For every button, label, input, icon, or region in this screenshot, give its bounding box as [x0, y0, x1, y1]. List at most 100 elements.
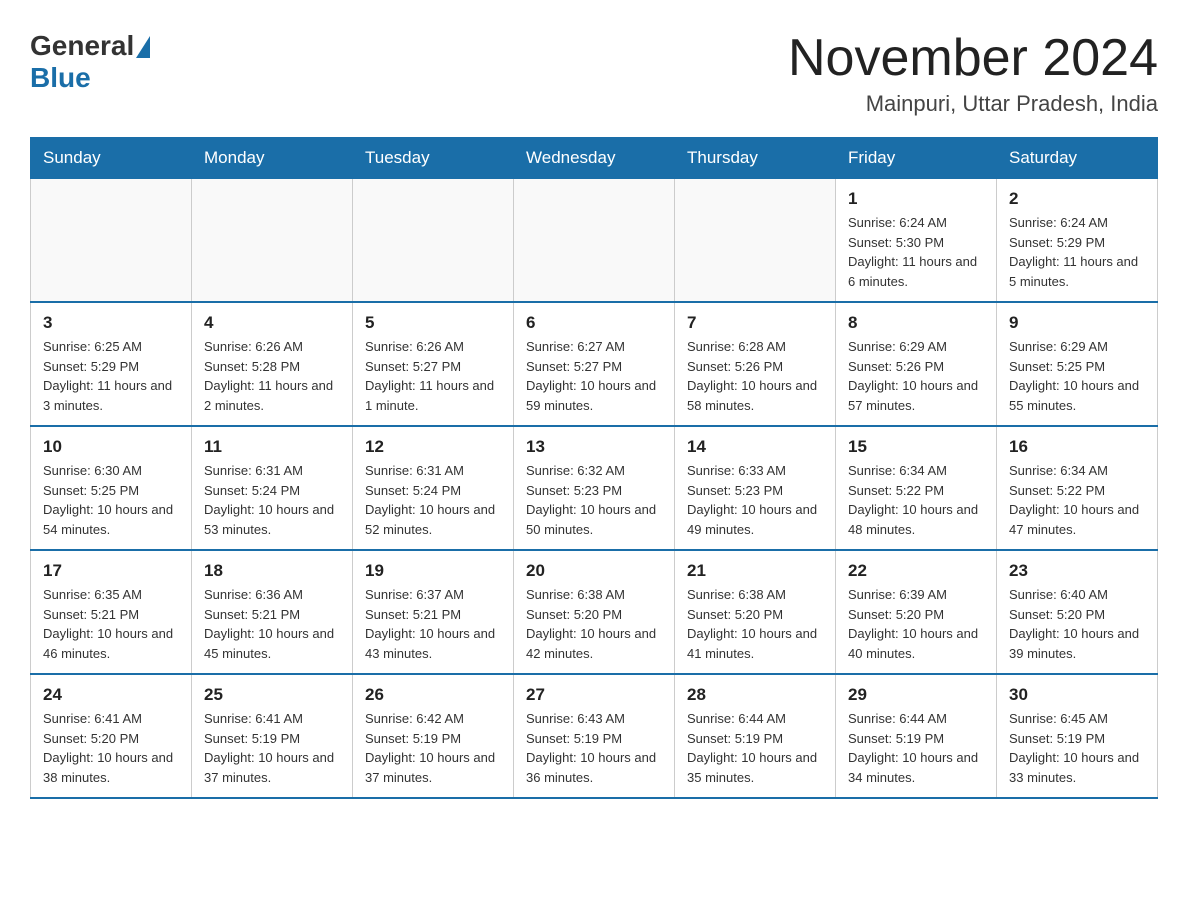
day-number: 21: [687, 561, 823, 581]
day-number: 4: [204, 313, 340, 333]
calendar-cell: 30 Sunrise: 6:45 AMSunset: 5:19 PMDayligh…: [997, 674, 1158, 798]
day-info: Sunrise: 6:40 AMSunset: 5:20 PMDaylight:…: [1009, 585, 1145, 663]
calendar-cell: 8Sunrise: 6:29 AMSunset: 5:26 PMDaylight…: [836, 302, 997, 426]
day-info: Sunrise: 6:34 AMSunset: 5:22 PMDaylight:…: [848, 461, 984, 539]
calendar-cell: 3 Sunrise: 6:25 AMSunset: 5:29 PMDaylight…: [31, 302, 192, 426]
day-info: Sunrise: 6:41 AMSunset: 5:20 PMDaylight:…: [43, 709, 179, 787]
day-number: 1: [848, 189, 984, 209]
calendar-cell: 27Sunrise: 6:43 AMSunset: 5:19 PMDayligh…: [514, 674, 675, 798]
calendar-cell: [675, 179, 836, 303]
calendar-cell: 14Sunrise: 6:33 AMSunset: 5:23 PMDayligh…: [675, 426, 836, 550]
weekday-header-row: SundayMondayTuesdayWednesdayThursdayFrid…: [31, 138, 1158, 179]
day-number: 25: [204, 685, 340, 705]
calendar-week-row: 3 Sunrise: 6:25 AMSunset: 5:29 PMDaylight…: [31, 302, 1158, 426]
calendar-cell: 12 Sunrise: 6:31 AMSunset: 5:24 PMDayligh…: [353, 426, 514, 550]
calendar-cell: 18 Sunrise: 6:36 AMSunset: 5:21 PMDayligh…: [192, 550, 353, 674]
day-info: Sunrise: 6:35 AMSunset: 5:21 PMDaylight:…: [43, 585, 179, 663]
day-number: 11: [204, 437, 340, 457]
day-info: Sunrise: 6:45 AMSunset: 5:19 PMDaylight:…: [1009, 709, 1145, 787]
location-title: Mainpuri, Uttar Pradesh, India: [788, 91, 1158, 117]
day-number: 20: [526, 561, 662, 581]
weekday-header-saturday: Saturday: [997, 138, 1158, 179]
day-number: 17: [43, 561, 179, 581]
calendar-cell: [514, 179, 675, 303]
day-info: Sunrise: 6:30 AMSunset: 5:25 PMDaylight:…: [43, 461, 179, 539]
day-number: 6: [526, 313, 662, 333]
day-number: 30: [1009, 685, 1145, 705]
logo-blue-text: Blue: [30, 62, 91, 94]
day-info: Sunrise: 6:41 AMSunset: 5:19 PMDaylight:…: [204, 709, 340, 787]
calendar-cell: 24 Sunrise: 6:41 AMSunset: 5:20 PMDayligh…: [31, 674, 192, 798]
day-info: Sunrise: 6:31 AMSunset: 5:24 PMDaylight:…: [204, 461, 340, 539]
calendar-header: SundayMondayTuesdayWednesdayThursdayFrid…: [31, 138, 1158, 179]
calendar-cell: 4 Sunrise: 6:26 AMSunset: 5:28 PMDaylight…: [192, 302, 353, 426]
day-number: 12: [365, 437, 501, 457]
day-info: Sunrise: 6:31 AMSunset: 5:24 PMDaylight:…: [365, 461, 501, 539]
calendar-cell: 28 Sunrise: 6:44 AMSunset: 5:19 PMDayligh…: [675, 674, 836, 798]
day-number: 13: [526, 437, 662, 457]
calendar-cell: 10 Sunrise: 6:30 AMSunset: 5:25 PMDayligh…: [31, 426, 192, 550]
calendar-body: 1 Sunrise: 6:24 AMSunset: 5:30 PMDaylight…: [31, 179, 1158, 799]
weekday-header-friday: Friday: [836, 138, 997, 179]
calendar-cell: 15 Sunrise: 6:34 AMSunset: 5:22 PMDayligh…: [836, 426, 997, 550]
day-number: 23: [1009, 561, 1145, 581]
day-number: 28: [687, 685, 823, 705]
day-number: 27: [526, 685, 662, 705]
calendar-cell: 17 Sunrise: 6:35 AMSunset: 5:21 PMDayligh…: [31, 550, 192, 674]
calendar-week-row: 24 Sunrise: 6:41 AMSunset: 5:20 PMDayligh…: [31, 674, 1158, 798]
page-header: General Blue November 2024 Mainpuri, Utt…: [30, 30, 1158, 117]
weekday-header-tuesday: Tuesday: [353, 138, 514, 179]
calendar-week-row: 10 Sunrise: 6:30 AMSunset: 5:25 PMDayligh…: [31, 426, 1158, 550]
calendar-cell: 19Sunrise: 6:37 AMSunset: 5:21 PMDayligh…: [353, 550, 514, 674]
weekday-header-thursday: Thursday: [675, 138, 836, 179]
day-number: 7: [687, 313, 823, 333]
calendar-cell: 11 Sunrise: 6:31 AMSunset: 5:24 PMDayligh…: [192, 426, 353, 550]
day-info: Sunrise: 6:25 AMSunset: 5:29 PMDaylight:…: [43, 337, 179, 415]
day-info: Sunrise: 6:44 AMSunset: 5:19 PMDaylight:…: [687, 709, 823, 787]
day-info: Sunrise: 6:26 AMSunset: 5:28 PMDaylight:…: [204, 337, 340, 415]
day-number: 10: [43, 437, 179, 457]
day-info: Sunrise: 6:36 AMSunset: 5:21 PMDaylight:…: [204, 585, 340, 663]
day-info: Sunrise: 6:37 AMSunset: 5:21 PMDaylight:…: [365, 585, 501, 663]
weekday-header-monday: Monday: [192, 138, 353, 179]
day-number: 18: [204, 561, 340, 581]
calendar-cell: 6Sunrise: 6:27 AMSunset: 5:27 PMDaylight…: [514, 302, 675, 426]
day-info: Sunrise: 6:26 AMSunset: 5:27 PMDaylight:…: [365, 337, 501, 415]
day-info: Sunrise: 6:28 AMSunset: 5:26 PMDaylight:…: [687, 337, 823, 415]
day-info: Sunrise: 6:38 AMSunset: 5:20 PMDaylight:…: [526, 585, 662, 663]
day-number: 26: [365, 685, 501, 705]
calendar-cell: [31, 179, 192, 303]
logo-general-text: General: [30, 30, 134, 62]
day-number: 3: [43, 313, 179, 333]
calendar-cell: 20 Sunrise: 6:38 AMSunset: 5:20 PMDayligh…: [514, 550, 675, 674]
day-info: Sunrise: 6:32 AMSunset: 5:23 PMDaylight:…: [526, 461, 662, 539]
day-number: 5: [365, 313, 501, 333]
calendar-cell: 1 Sunrise: 6:24 AMSunset: 5:30 PMDaylight…: [836, 179, 997, 303]
calendar-cell: 2Sunrise: 6:24 AMSunset: 5:29 PMDaylight…: [997, 179, 1158, 303]
day-number: 16: [1009, 437, 1145, 457]
calendar-cell: 23 Sunrise: 6:40 AMSunset: 5:20 PMDayligh…: [997, 550, 1158, 674]
day-info: Sunrise: 6:24 AMSunset: 5:29 PMDaylight:…: [1009, 213, 1145, 291]
calendar-cell: 9Sunrise: 6:29 AMSunset: 5:25 PMDaylight…: [997, 302, 1158, 426]
weekday-header-sunday: Sunday: [31, 138, 192, 179]
calendar-cell: [192, 179, 353, 303]
day-number: 15: [848, 437, 984, 457]
day-info: Sunrise: 6:24 AMSunset: 5:30 PMDaylight:…: [848, 213, 984, 291]
calendar-week-row: 1 Sunrise: 6:24 AMSunset: 5:30 PMDaylight…: [31, 179, 1158, 303]
calendar-cell: 29 Sunrise: 6:44 AMSunset: 5:19 PMDayligh…: [836, 674, 997, 798]
day-number: 9: [1009, 313, 1145, 333]
calendar-cell: 22Sunrise: 6:39 AMSunset: 5:20 PMDayligh…: [836, 550, 997, 674]
calendar-cell: 16Sunrise: 6:34 AMSunset: 5:22 PMDayligh…: [997, 426, 1158, 550]
day-info: Sunrise: 6:39 AMSunset: 5:20 PMDaylight:…: [848, 585, 984, 663]
logo-triangle-icon: [136, 36, 150, 58]
day-info: Sunrise: 6:44 AMSunset: 5:19 PMDaylight:…: [848, 709, 984, 787]
calendar-cell: 13 Sunrise: 6:32 AMSunset: 5:23 PMDayligh…: [514, 426, 675, 550]
calendar-cell: 26Sunrise: 6:42 AMSunset: 5:19 PMDayligh…: [353, 674, 514, 798]
calendar-cell: 21Sunrise: 6:38 AMSunset: 5:20 PMDayligh…: [675, 550, 836, 674]
calendar-table: SundayMondayTuesdayWednesdayThursdayFrid…: [30, 137, 1158, 799]
day-number: 24: [43, 685, 179, 705]
day-number: 8: [848, 313, 984, 333]
calendar-cell: 25 Sunrise: 6:41 AMSunset: 5:19 PMDayligh…: [192, 674, 353, 798]
day-number: 29: [848, 685, 984, 705]
day-info: Sunrise: 6:33 AMSunset: 5:23 PMDaylight:…: [687, 461, 823, 539]
